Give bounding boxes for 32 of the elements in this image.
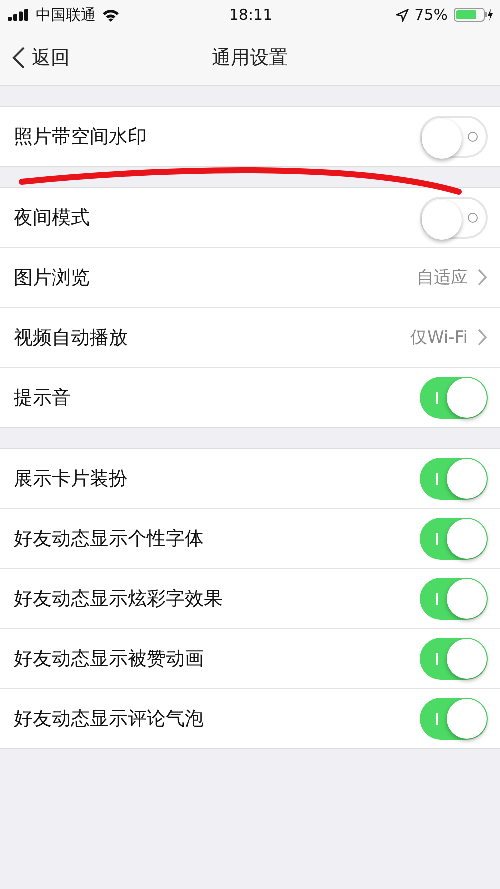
setting-label: 好友动态显示炫彩字效果 — [14, 586, 223, 612]
carrier-name: 中国联通 — [36, 6, 96, 24]
setting-value: 自适应 — [417, 267, 468, 289]
setting-label: 提示音 — [14, 386, 71, 410]
chevron-left-icon — [12, 46, 26, 70]
toggle-switch[interactable] — [420, 638, 488, 680]
location-arrow-icon — [396, 8, 409, 22]
setting-label: 好友动态显示个性字体 — [14, 526, 204, 552]
setting-label: 夜间模式 — [14, 206, 90, 230]
setting-label: 好友动态显示被赞动画 — [14, 646, 204, 672]
wifi-icon — [102, 8, 120, 22]
battery-percent: 75% — [414, 6, 448, 24]
chevron-right-icon — [478, 329, 488, 346]
toggle-switch[interactable] — [420, 376, 488, 418]
chevron-right-icon — [478, 269, 488, 286]
setting-label: 好友动态显示评论气泡 — [14, 706, 204, 732]
toggle-switch[interactable] — [420, 578, 488, 620]
toggle-switch[interactable] — [420, 116, 488, 158]
battery-charging-icon — [454, 8, 494, 22]
setting-label: 照片带空间水印 — [14, 124, 147, 150]
toggle-switch[interactable] — [420, 518, 488, 560]
setting-label: 图片浏览 — [14, 266, 90, 290]
toggle-switch[interactable] — [420, 196, 488, 238]
signal-icon — [8, 9, 30, 21]
page-title: 通用设置 — [212, 46, 288, 70]
status-time: 18:11 — [229, 6, 273, 24]
setting-label: 展示卡片装扮 — [14, 466, 128, 492]
setting-label: 视频自动播放 — [14, 326, 128, 350]
toggle-switch[interactable] — [420, 458, 488, 500]
toggle-switch[interactable] — [420, 698, 488, 740]
back-button[interactable]: 返回 — [0, 44, 70, 70]
setting-value: 仅Wi-Fi — [410, 327, 468, 349]
